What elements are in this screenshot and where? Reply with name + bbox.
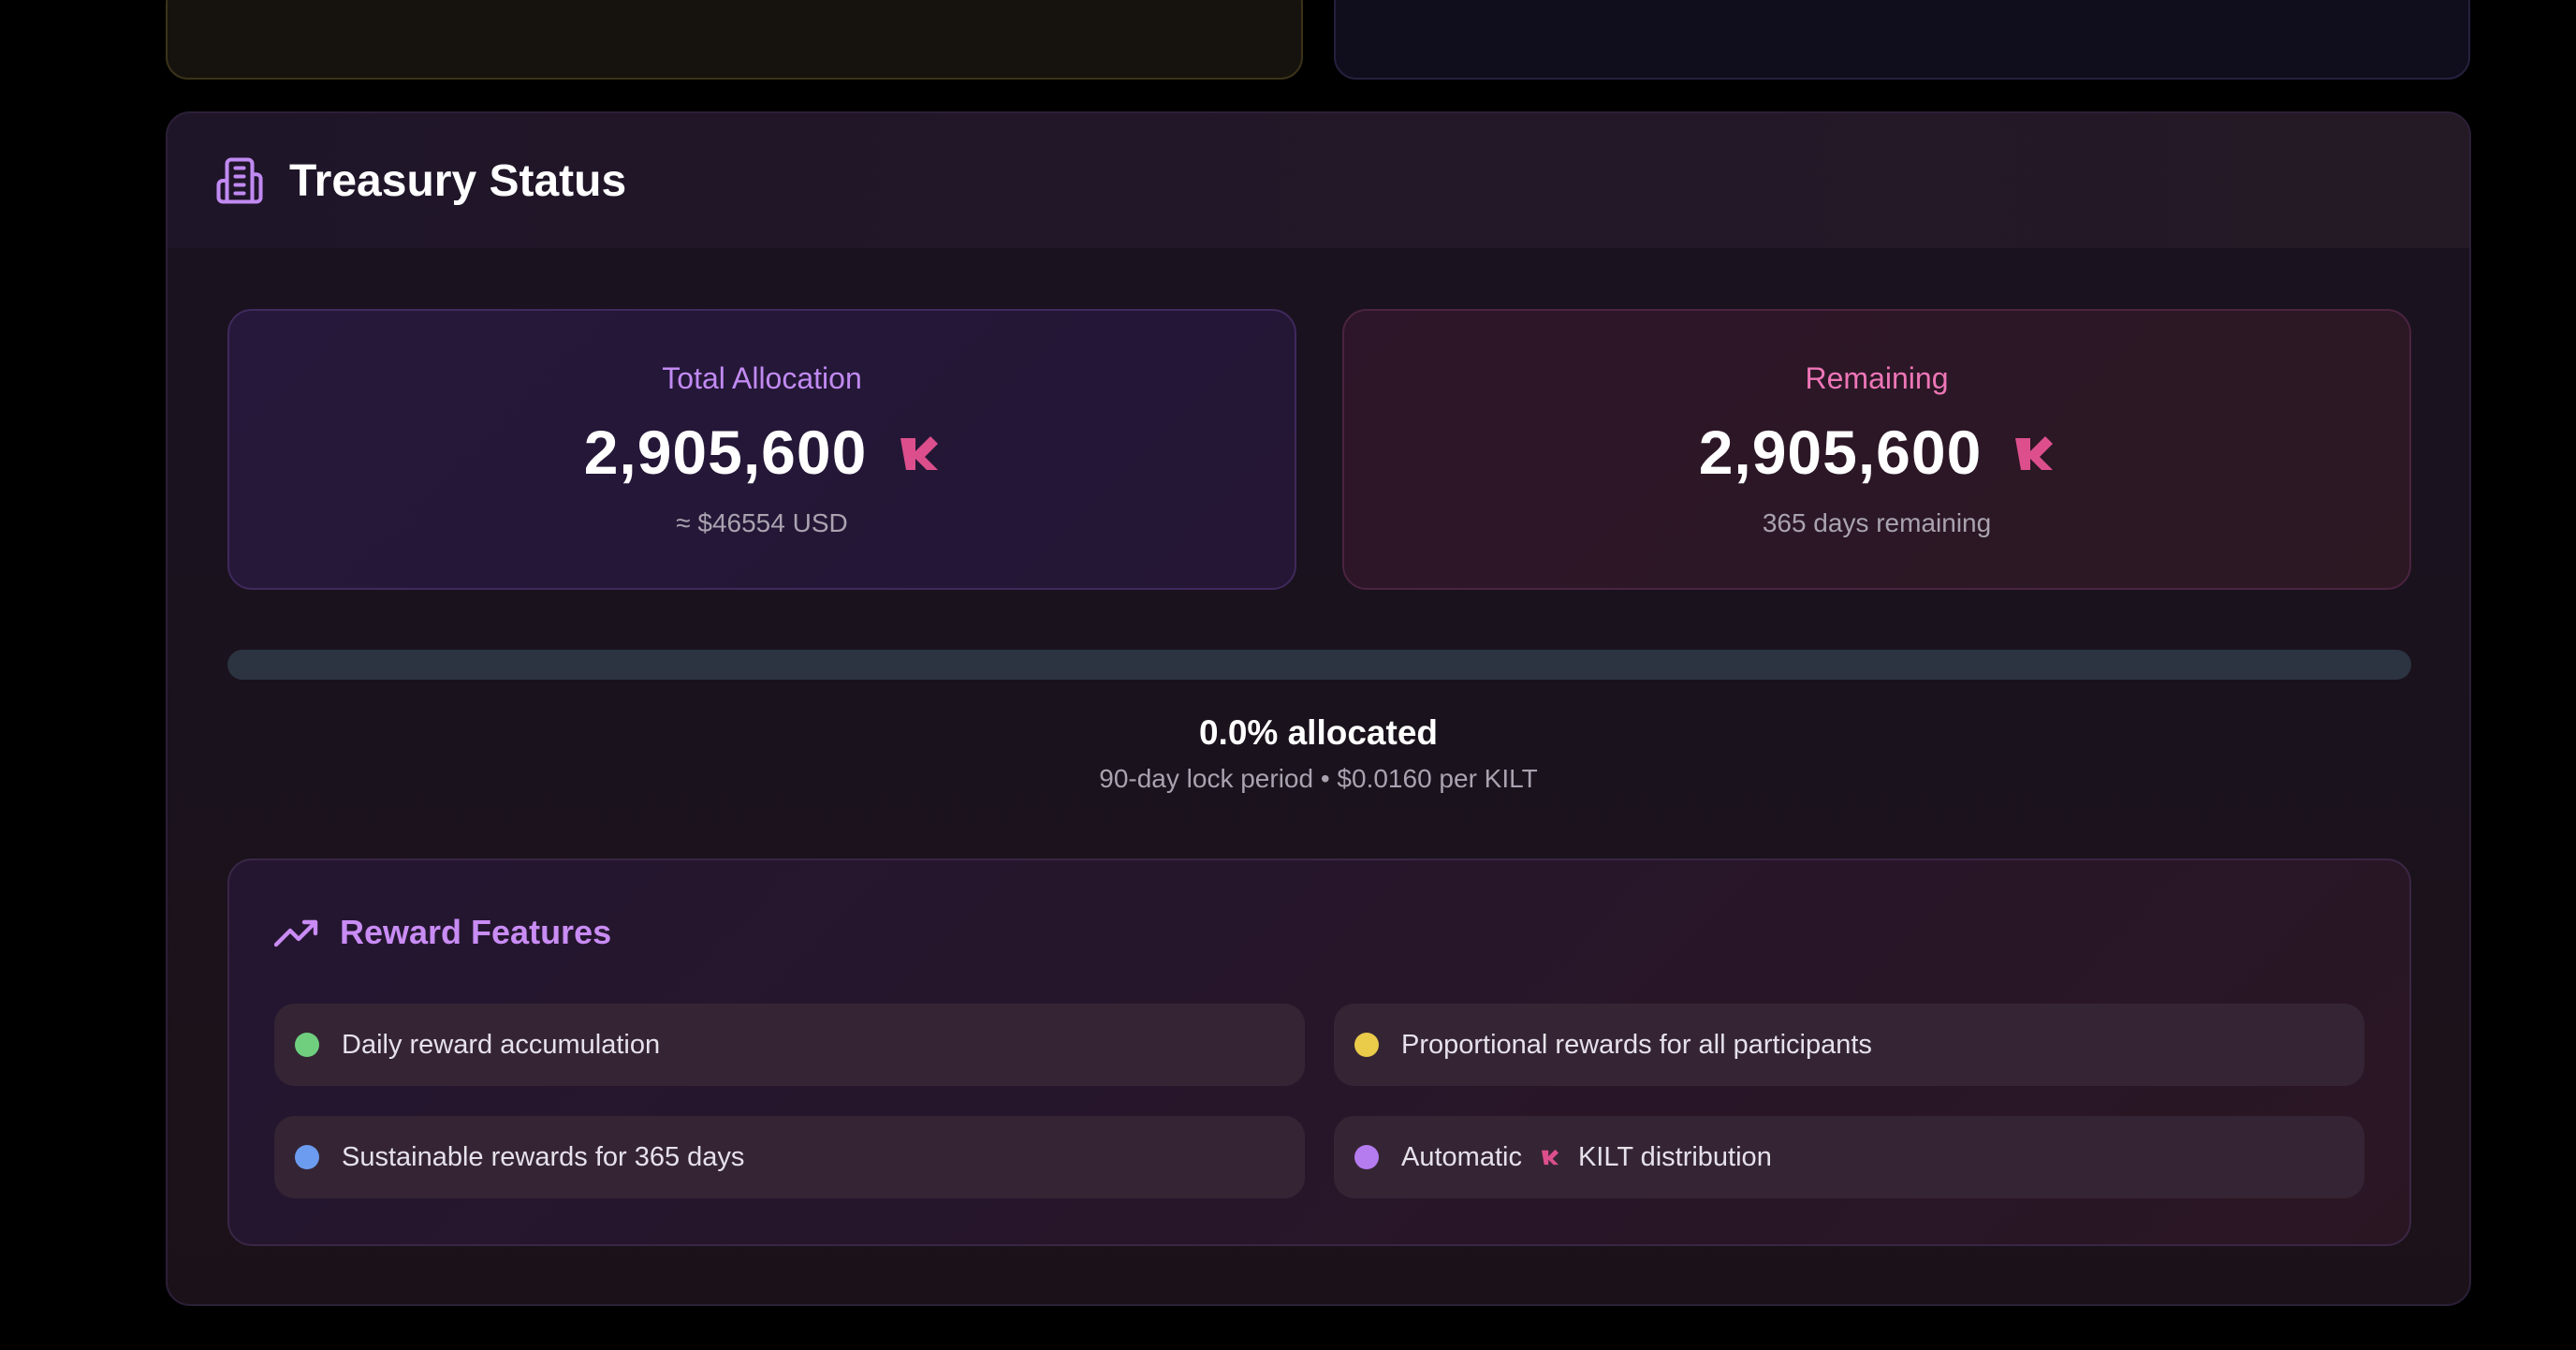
feature-text-pre: Automatic xyxy=(1401,1141,1522,1172)
remaining-card: Remaining 2,905,600 365 days remaining xyxy=(1342,309,2411,590)
feature-text: Proportional rewards for all participant… xyxy=(1401,1029,1872,1060)
remaining-label: Remaining xyxy=(1805,361,1949,395)
remaining-value: 2,905,600 xyxy=(1698,418,1983,487)
feature-text: Sustainable rewards for 365 days xyxy=(342,1141,745,1172)
treasury-header: Treasury Status xyxy=(168,113,2469,248)
treasury-status-panel: Treasury Status Total Allocation 2,905,6… xyxy=(166,111,2471,1306)
allocation-percent: 0.0% allocated xyxy=(1198,713,1438,752)
feature-text-post: KILT distribution xyxy=(1577,1141,1772,1172)
reward-features-title: Reward Features xyxy=(340,913,612,951)
total-allocation-value: 2,905,600 xyxy=(583,418,868,487)
treasury-title: Treasury Status xyxy=(289,155,627,206)
feature-text: Daily reward accumulation xyxy=(342,1029,661,1060)
allocation-details: 90-day lock period • $0.0160 per KILT xyxy=(1099,764,1538,793)
feature-dot-blue xyxy=(295,1145,319,1169)
total-allocation-card: Total Allocation 2,905,600 ≈ $46554 USD xyxy=(227,309,1296,590)
kilt-logo-icon xyxy=(900,436,939,470)
reward-features-header: Reward Features xyxy=(274,913,611,952)
total-allocation-label: Total Allocation xyxy=(662,361,862,395)
remaining-value-row: 2,905,600 xyxy=(1344,417,2409,488)
allocation-progress-bar xyxy=(227,650,2411,680)
previous-card-left xyxy=(166,0,1303,80)
feature-dot-purple xyxy=(1354,1145,1379,1169)
feature-dot-yellow xyxy=(1354,1033,1379,1057)
reward-features-panel: Reward Features Daily reward accumulatio… xyxy=(227,858,2411,1246)
building-icon xyxy=(214,155,265,206)
total-allocation-value-row: 2,905,600 xyxy=(229,417,1295,488)
feature-dot-green xyxy=(295,1033,319,1057)
feature-item-daily: Daily reward accumulation xyxy=(274,1004,1305,1086)
feature-item-sustainable: Sustainable rewards for 365 days xyxy=(274,1116,1305,1198)
trending-up-icon xyxy=(274,919,318,947)
previous-card-right xyxy=(1334,0,2470,80)
allocation-summary: 0.0% allocated 90-day lock period • $0.0… xyxy=(168,713,2469,794)
feature-item-proportional: Proportional rewards for all participant… xyxy=(1334,1004,2364,1086)
feature-item-automatic: Automatic KILT distribution xyxy=(1334,1116,2364,1198)
remaining-days: 365 days remaining xyxy=(1762,508,1992,537)
kilt-logo-icon xyxy=(1541,1149,1559,1166)
kilt-logo-icon xyxy=(2015,436,2054,470)
total-allocation-usd: ≈ $46554 USD xyxy=(676,508,848,537)
